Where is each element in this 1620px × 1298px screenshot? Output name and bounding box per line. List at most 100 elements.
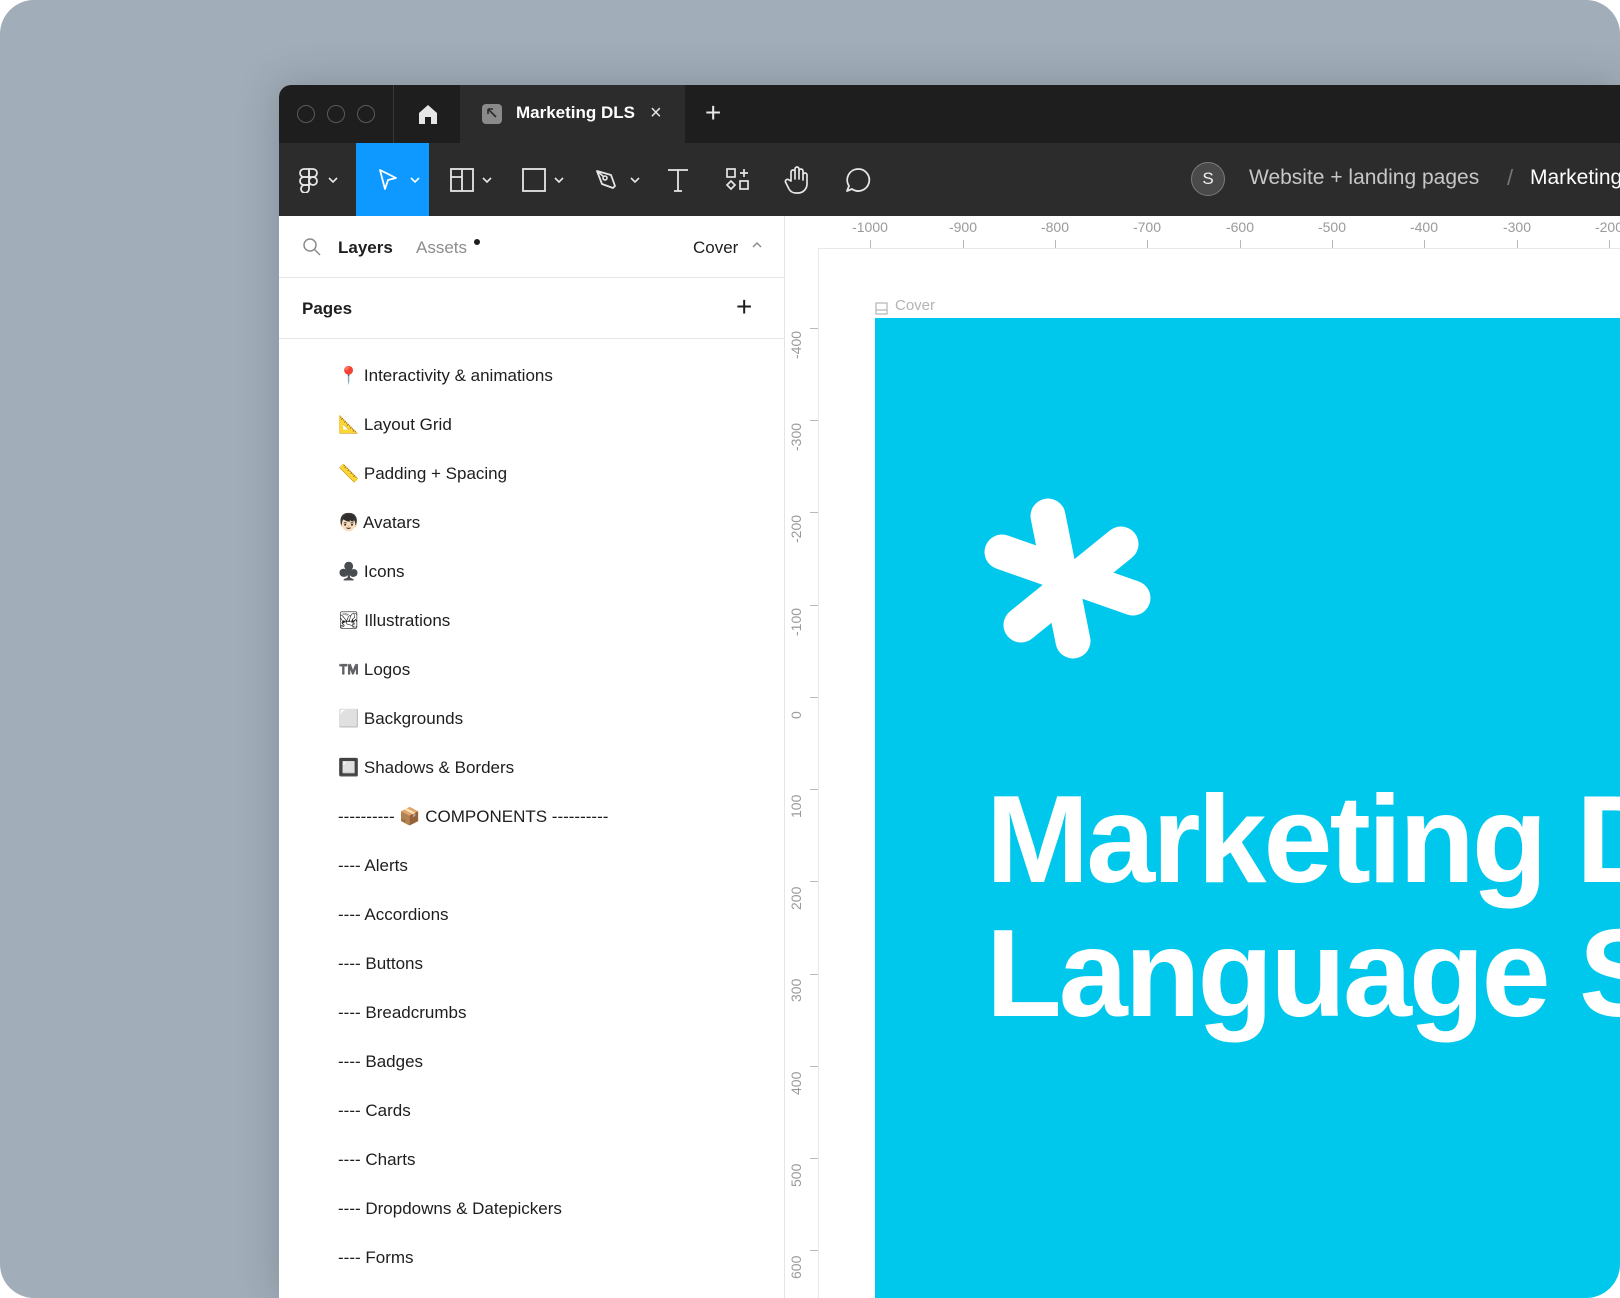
home-button[interactable]: [414, 100, 442, 128]
ruler-tick: [810, 512, 818, 513]
tab-layers[interactable]: Layers: [338, 238, 393, 258]
ruler-label: 0: [788, 711, 804, 719]
tab-close-button[interactable]: ×: [650, 102, 662, 124]
ruler-tick: [810, 1250, 818, 1251]
comment-tool-button[interactable]: [835, 143, 881, 216]
home-icon: [419, 105, 437, 124]
page-item[interactable]: ™️ Logos: [338, 655, 410, 685]
ruler-label: -200: [788, 514, 804, 543]
add-page-button[interactable]: +: [736, 292, 752, 322]
ruler-label: 500: [788, 1163, 804, 1187]
main-menu-button[interactable]: [279, 143, 353, 216]
page-item[interactable]: ---- Breadcrumbs: [338, 998, 466, 1028]
ruler-label: 100: [788, 794, 804, 818]
page-item[interactable]: 🏞 Illustrations: [338, 606, 450, 636]
ruler-label: -1000: [852, 219, 888, 235]
page-item-section-divider[interactable]: ---------- 📦 COMPONENTS ----------: [338, 802, 608, 832]
chevron-down-icon: [630, 177, 640, 184]
pages-title: Pages: [302, 299, 353, 318]
tab-title: Marketing DLS: [516, 103, 636, 122]
ruler-tick: [810, 1158, 818, 1159]
page-item[interactable]: 🔲 Shadows & Borders: [338, 753, 514, 783]
frame-name-label[interactable]: Cover: [895, 297, 935, 314]
components-icon: [725, 168, 749, 191]
page-item[interactable]: ---- Forms: [338, 1243, 414, 1273]
page-selector[interactable]: Cover: [693, 238, 738, 258]
chevron-up-icon[interactable]: [751, 239, 763, 251]
ruler-label: -200: [1594, 219, 1620, 235]
window-close-button[interactable]: [297, 105, 315, 123]
user-avatar[interactable]: S: [1191, 162, 1225, 196]
ruler-tick: [810, 420, 818, 421]
text-tool-button[interactable]: [655, 143, 701, 216]
page-item[interactable]: ---- Dropdowns & Datepickers: [338, 1194, 562, 1224]
frame-tool-button[interactable]: [439, 143, 499, 216]
page-item[interactable]: ♣️ Icons: [338, 557, 405, 587]
resources-button[interactable]: [714, 143, 760, 216]
chevron-down-icon: [554, 177, 564, 184]
brand-logo-icon: [984, 498, 1151, 659]
comment-icon: [846, 168, 871, 192]
ruler-label: 400: [788, 1071, 804, 1095]
ruler-label: 300: [788, 978, 804, 1002]
assets-update-dot: [474, 239, 480, 245]
pen-tool-button[interactable]: [585, 143, 645, 216]
design-canvas[interactable]: -1000 -900 -800 -700 -600 -500 -400 -300…: [785, 216, 1620, 1298]
text-icon: [668, 169, 688, 192]
page-item[interactable]: 📐 Layout Grid: [338, 410, 452, 440]
page-item[interactable]: 📏 Padding + Spacing: [338, 459, 507, 489]
tab-assets[interactable]: Assets: [416, 238, 467, 258]
chevron-down-icon: [410, 177, 420, 184]
ruler-tick: [1517, 240, 1518, 248]
shape-tool-button[interactable]: [511, 143, 571, 216]
desktop-background: Marketing DLS × + S Website + landing pa…: [0, 0, 1620, 1298]
page-item[interactable]: ---- Charts: [338, 1145, 415, 1175]
page-item[interactable]: ⬜ Backgrounds: [338, 704, 463, 734]
cursor-arrow-icon: [379, 169, 397, 190]
title-bar: Marketing DLS × +: [279, 85, 1620, 143]
toolbar: S Website + landing pages / Marketing DL…: [279, 143, 1620, 216]
ruler-tick: [810, 789, 818, 790]
page-item[interactable]: 📍 Interactivity & animations: [338, 361, 553, 391]
vertical-ruler: -400 -300 -200 -100 0 100 200 300 400 50…: [785, 248, 819, 1298]
ruler-tick: [810, 605, 818, 606]
search-icon[interactable]: [302, 237, 322, 257]
cover-frame[interactable]: Marketing D Language S: [875, 318, 1620, 1298]
page-item[interactable]: 👦🏻 Avatars: [338, 508, 420, 538]
ruler-label: 200: [788, 886, 804, 910]
move-tool-button[interactable]: [356, 143, 429, 216]
page-item[interactable]: ---- Accordions: [338, 900, 449, 930]
page-item[interactable]: ---- Alerts: [338, 851, 408, 881]
hand-tool-button[interactable]: [774, 143, 820, 216]
window-minimize-button[interactable]: [327, 105, 345, 123]
chevron-down-icon: [328, 177, 338, 184]
window-zoom-button[interactable]: [357, 105, 375, 123]
pen-icon: [596, 170, 616, 189]
ruler-tick: [1332, 240, 1333, 248]
ruler-label: 600: [788, 1255, 804, 1279]
design-file-icon: [482, 104, 502, 124]
page-item[interactable]: ---- Cards: [338, 1096, 411, 1126]
frame-layout-icon: [450, 168, 474, 192]
page-item[interactable]: ---- Buttons: [338, 949, 423, 979]
ruler-label: -700: [1132, 219, 1162, 235]
ruler-label: -300: [788, 422, 804, 451]
tab-marketing-dls[interactable]: Marketing DLS ×: [460, 85, 685, 143]
ruler-label: -400: [788, 330, 804, 359]
horizontal-ruler: -1000 -900 -800 -700 -600 -500 -400 -300…: [818, 216, 1620, 249]
breadcrumb-file-name[interactable]: Marketing DLS: [1530, 166, 1620, 190]
figma-window: Marketing DLS × + S Website + landing pa…: [279, 85, 1620, 1298]
ruler-tick: [870, 240, 871, 248]
new-tab-button[interactable]: +: [705, 98, 721, 128]
ruler-label: -400: [1409, 219, 1439, 235]
rectangle-icon: [522, 168, 546, 192]
ruler-label: -500: [1317, 219, 1347, 235]
breadcrumb-separator: /: [1507, 165, 1514, 190]
ruler-tick: [810, 1066, 818, 1067]
breadcrumb-project[interactable]: Website + landing pages: [1249, 166, 1479, 190]
page-item[interactable]: ---- Badges: [338, 1047, 423, 1077]
ruler-tick: [810, 881, 818, 882]
ruler-tick: [1424, 240, 1425, 248]
ruler-label: -900: [948, 219, 978, 235]
divider: [393, 85, 394, 143]
